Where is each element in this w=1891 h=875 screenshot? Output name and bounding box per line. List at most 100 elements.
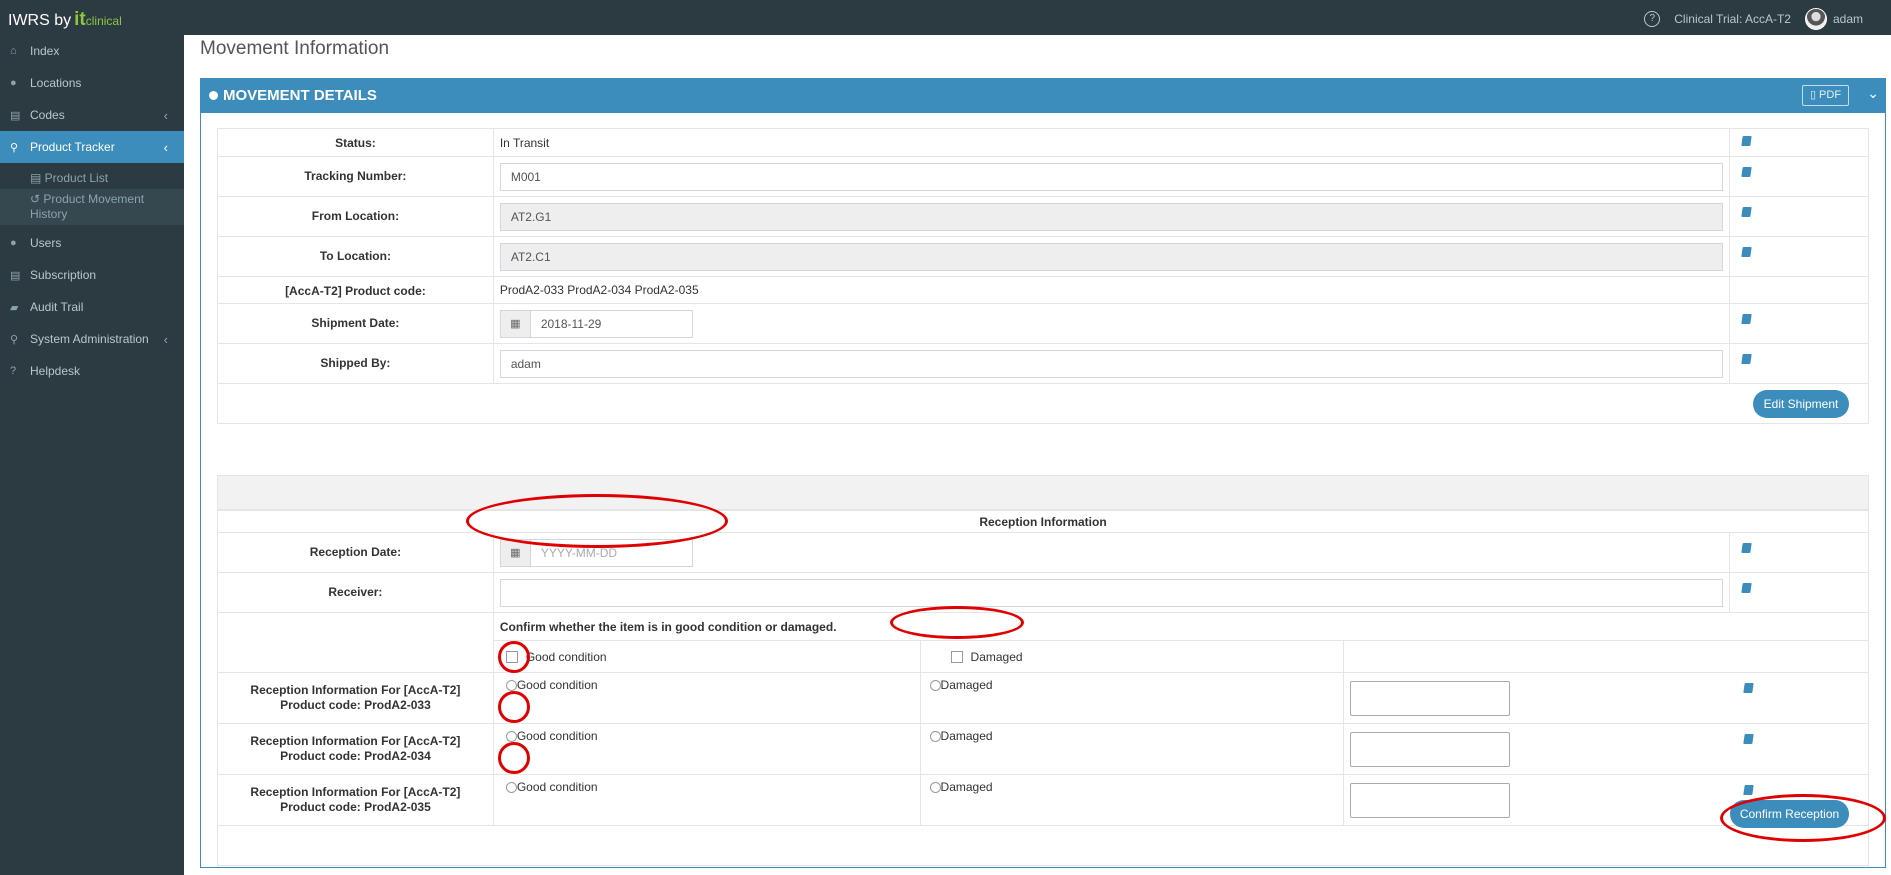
damaged-radio[interactable]: [929, 782, 941, 794]
movement-table: Status: In Transit Tracking Number: M001…: [217, 128, 1869, 424]
chevron-left-icon: ‹: [163, 139, 168, 155]
book-icon: ▰: [10, 301, 19, 314]
good-condition-radio[interactable]: [505, 782, 517, 794]
top-navbar: IWRS by itclinical ? Clinical Trial: AccA…: [0, 0, 1891, 35]
condition-table: Confirm whether the item is in good cond…: [217, 612, 1870, 866]
receiver-input[interactable]: [499, 578, 1724, 607]
book-icon[interactable]: [1741, 583, 1752, 593]
box-title: MOVEMENT DETAILS: [223, 87, 377, 104]
annotation-ellipse: [498, 742, 530, 774]
circle-icon: [209, 91, 218, 100]
user-menu[interactable]: adam: [1804, 8, 1863, 30]
good-condition-radio[interactable]: [505, 680, 517, 692]
tracking-number-label: Tracking Number:: [217, 156, 494, 197]
damaged-option[interactable]: Damaged: [919, 774, 1345, 826]
reception-date-label: Reception Date:: [217, 532, 494, 573]
status-value: In Transit: [492, 128, 1731, 157]
brand-it: it: [74, 9, 86, 30]
sidebar-item-audit-trail[interactable]: ▰ Audit Trail: [0, 291, 184, 323]
to-location-input[interactable]: AT2.C1: [499, 242, 1724, 271]
book-icon[interactable]: [1743, 785, 1754, 795]
users-icon: ●: [10, 237, 17, 249]
table-row: Reception Date: ▦ YYYY-MM-DD: [217, 532, 1869, 573]
comment-textarea[interactable]: [1350, 680, 1511, 716]
table-row: To Location: AT2.C1: [217, 236, 1869, 277]
product-reception-label: Reception Information For [AccA-T2] Prod…: [217, 774, 494, 826]
chevron-left-icon: ‹: [163, 107, 168, 123]
damaged-option[interactable]: Damaged: [919, 672, 1345, 724]
file-icon: ▯: [1809, 89, 1820, 101]
clinical-trial-label[interactable]: Clinical Trial: AccA-T2: [1674, 12, 1791, 26]
sidebar-item-subscription[interactable]: ▤ Subscription: [0, 259, 184, 291]
damaged-checkbox[interactable]: [950, 651, 963, 664]
sidebar-item-index[interactable]: ⌂ Index: [0, 35, 184, 67]
table-row: Tracking Number: M001: [217, 156, 1869, 197]
shipped-by-label: Shipped By:: [217, 343, 494, 384]
product-code-value: ProdA2-033 ProdA2-034 ProdA2-035: [492, 276, 1731, 304]
book-icon[interactable]: [1741, 247, 1752, 257]
all-damaged-option[interactable]: Damaged: [919, 640, 1345, 673]
pdf-button[interactable]: ▯ PDF: [1802, 85, 1849, 106]
sidebar-subitem-product-list[interactable]: ▤ Product List: [0, 167, 184, 189]
history-icon: ↺: [30, 192, 44, 206]
annotation-ellipse: [890, 606, 1024, 639]
sidebar-item-users[interactable]: ● Users: [0, 227, 184, 259]
table-row: Receiver:: [217, 572, 1869, 613]
good-condition-option[interactable]: Good condition: [492, 774, 921, 826]
annotation-ellipse: [1720, 794, 1886, 842]
shipment-date-label: Shipment Date:: [217, 303, 494, 344]
brand-logo[interactable]: IWRS by itclinical: [8, 9, 122, 31]
comment-textarea[interactable]: [1350, 731, 1511, 767]
sidebar-subitem-product-movement-history[interactable]: ↺ Product Movement History: [0, 189, 184, 225]
sidebar-submenu: ▤ Product List ↺ Product Movement Histor…: [0, 163, 184, 227]
sidebar-item-helpdesk[interactable]: ? Helpdesk: [0, 355, 184, 387]
shipped-by-input[interactable]: adam: [499, 349, 1724, 378]
book-icon[interactable]: [1743, 734, 1754, 744]
sidebar-item-locations[interactable]: ● Locations: [0, 67, 184, 99]
book-icon[interactable]: [1741, 136, 1752, 146]
book-icon[interactable]: [1741, 314, 1752, 324]
tracking-number-input[interactable]: M001: [499, 162, 1724, 191]
chevron-down-icon[interactable]: ⌄: [1867, 85, 1879, 102]
help-icon[interactable]: ?: [1644, 11, 1661, 27]
from-location-input[interactable]: AT2.G1: [499, 202, 1724, 231]
annotation-ellipse: [466, 494, 728, 548]
damaged-option[interactable]: Damaged: [919, 723, 1345, 775]
damaged-radio[interactable]: [929, 680, 941, 692]
sidebar: ⌂ Index ● Locations ▤ Codes ‹ ⚲ Product Track…: [0, 35, 184, 875]
shipment-date-input[interactable]: 2018-11-29: [530, 309, 693, 338]
globe-icon: ●: [10, 77, 17, 89]
book-icon[interactable]: [1741, 207, 1752, 217]
product-reception-label: Reception Information For [AccA-T2] Prod…: [217, 723, 494, 775]
edit-shipment-button[interactable]: Edit Shipment: [1753, 390, 1849, 418]
box-header: MOVEMENT DETAILS ▯ PDF ⌄: [201, 79, 1885, 113]
table-row: [217, 383, 1869, 424]
good-condition-radio[interactable]: [505, 731, 517, 743]
reception-table: Reception Information Reception Date: ▦ Y…: [217, 510, 1869, 613]
sidebar-item-codes[interactable]: ▤ Codes ‹: [0, 99, 184, 131]
sidebar-item-system-administration[interactable]: ⚲ System Administration ‹: [0, 323, 184, 355]
good-condition-option[interactable]: Good condition: [492, 723, 921, 775]
book-icon[interactable]: [1741, 543, 1752, 553]
table-row: [AccA-T2] Product code: ProdA2-033 ProdA…: [217, 276, 1869, 304]
map-marker-icon: ⚲: [10, 141, 19, 154]
damaged-radio[interactable]: [929, 731, 941, 743]
shipment-date-picker[interactable]: ▦ 2018-11-29: [499, 309, 693, 338]
book-icon[interactable]: [1743, 683, 1754, 693]
table-row: Reception Information For [AccA-T2] Prod…: [217, 774, 1869, 826]
avatar: [1804, 8, 1827, 30]
status-label: Status:: [217, 128, 494, 157]
book-icon[interactable]: [1741, 354, 1752, 364]
home-icon: ⌂: [10, 45, 17, 57]
table-row: Shipped By: adam: [217, 343, 1869, 384]
chevron-left-icon: ‹: [163, 331, 168, 347]
table-icon: ▤: [30, 171, 45, 185]
all-good-option[interactable]: Good condition: [492, 640, 921, 673]
sidebar-item-product-tracker[interactable]: ⚲ Product Tracker ‹: [0, 131, 184, 163]
book-icon[interactable]: [1741, 167, 1752, 177]
to-location-label: To Location:: [217, 236, 494, 277]
good-condition-option[interactable]: Good condition: [492, 672, 921, 724]
calendar-icon[interactable]: ▦: [499, 309, 531, 338]
comment-textarea[interactable]: [1350, 782, 1511, 818]
product-reception-label: Reception Information For [AccA-T2] Prod…: [217, 672, 494, 724]
